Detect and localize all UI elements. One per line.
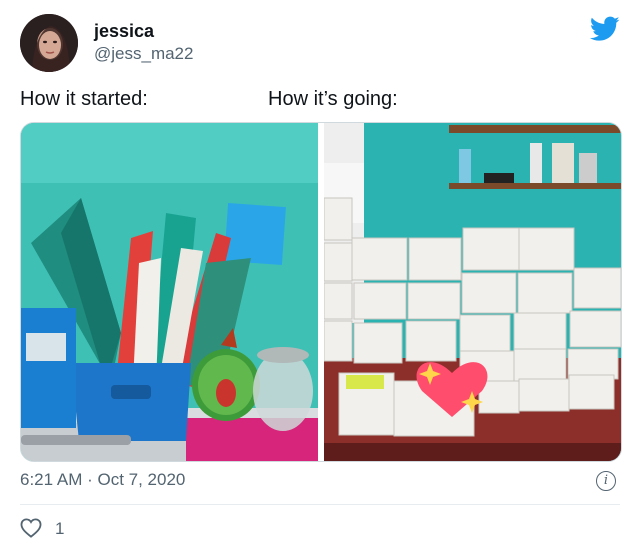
tweet-media[interactable] (20, 122, 622, 462)
divider-line (20, 504, 620, 505)
caption-how-it-started: How it started: (20, 88, 148, 110)
caption-how-its-going: How it’s going: (268, 88, 398, 110)
like-count: 1 (55, 519, 65, 538)
info-icon[interactable]: i (596, 471, 616, 491)
tweet-card: jessica @jess_ma22 How it started: How i… (0, 0, 640, 554)
display-name[interactable]: jessica (94, 21, 154, 42)
user-handle[interactable]: @jess_ma22 (94, 44, 193, 64)
photo-how-its-going[interactable] (324, 123, 621, 461)
heart-icon[interactable] (20, 518, 42, 538)
avatar[interactable] (20, 14, 78, 72)
tweet-timestamp[interactable]: 6:21 AM · Oct 7, 2020 (20, 470, 185, 490)
twitter-bird-icon[interactable] (590, 16, 620, 42)
photo-how-it-started[interactable] (21, 123, 318, 461)
